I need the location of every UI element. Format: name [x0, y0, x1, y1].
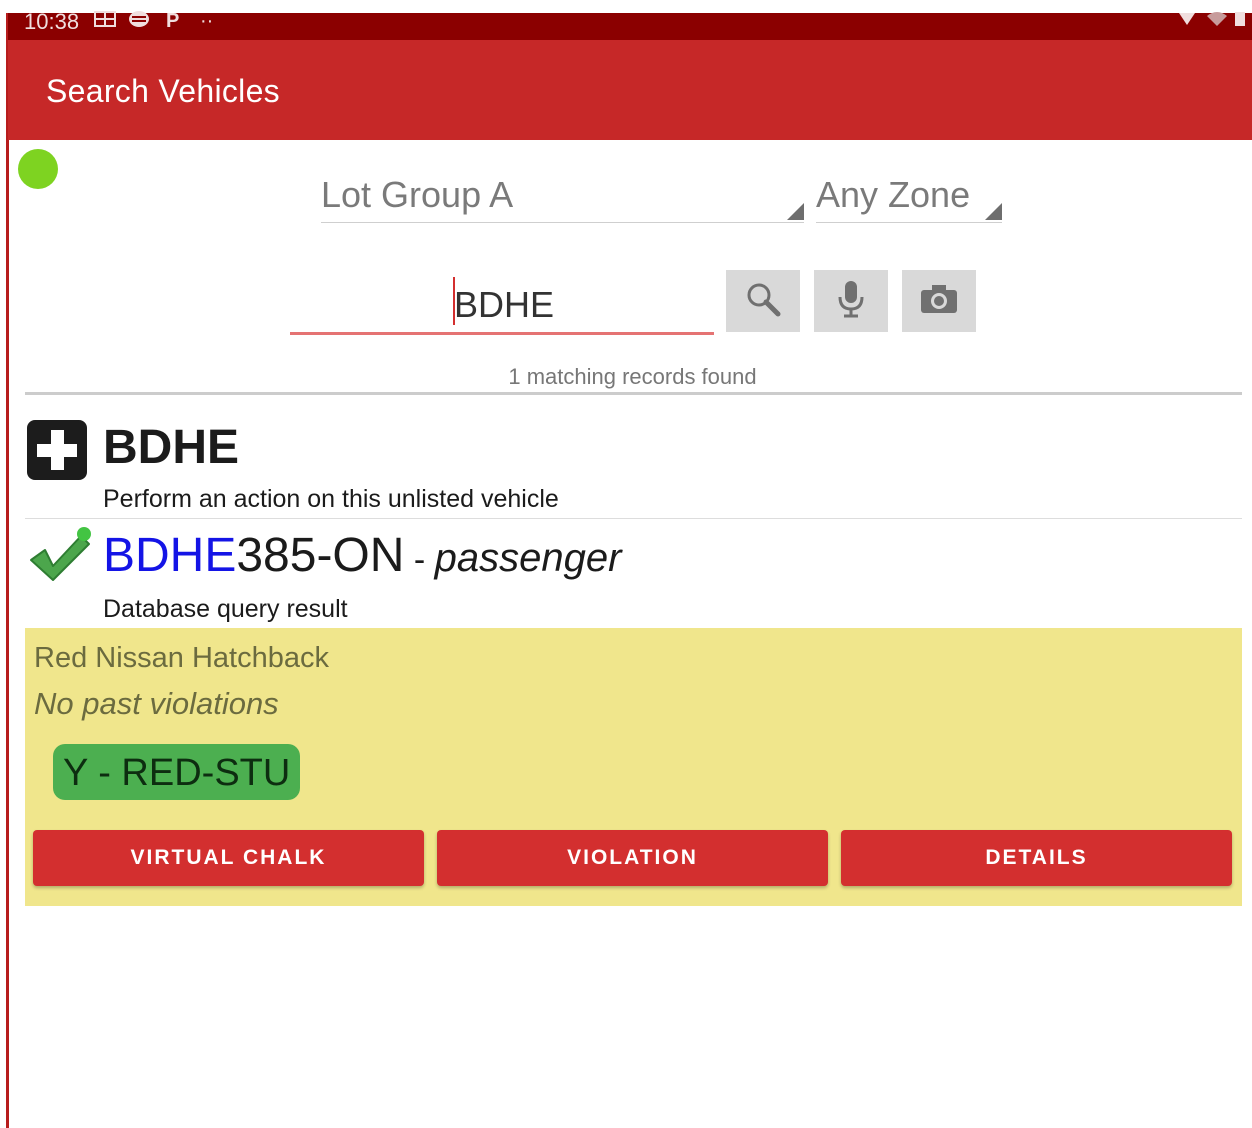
- status-time: 10:38: [24, 9, 80, 34]
- status-bar: 10:38 P ··: [8, 9, 1252, 40]
- dropdown-arrow-icon: [787, 203, 804, 220]
- unlisted-description: Perform an action on this unlisted vehic…: [103, 485, 559, 513]
- matched-plate: BDHE385-ON - passenger: [103, 528, 621, 583]
- unlisted-plate: BDHE: [103, 421, 240, 474]
- battery-icon: [1234, 10, 1246, 33]
- vehicle-description: Red Nissan Hatchback: [34, 642, 329, 674]
- results-divider: [25, 392, 1242, 395]
- search-icon: [744, 280, 782, 323]
- zone-dropdown[interactable]: Any Zone: [816, 170, 1002, 223]
- plate-search-input[interactable]: BDHE: [290, 272, 714, 335]
- camera-icon: [919, 283, 959, 320]
- screen-left-edge: [6, 13, 9, 1128]
- screen-top-margin: [0, 0, 1252, 13]
- app-window: 10:38 P ·· Search Vehicles Lot Group A A…: [0, 0, 1252, 1128]
- microphone-icon: [836, 279, 866, 324]
- wifi-icon: [1206, 10, 1228, 33]
- plate-match-highlight: BDHE: [103, 529, 237, 582]
- app-bar: Search Vehicles: [8, 40, 1252, 140]
- result-count: 1 matching records found: [508, 364, 757, 389]
- signal-icon: [1178, 10, 1196, 33]
- page-title: Search Vehicles: [46, 73, 280, 109]
- camera-button[interactable]: [902, 270, 976, 332]
- keyboard-icon: [94, 10, 116, 34]
- mask-icon: [128, 10, 150, 34]
- more-icon: ··: [200, 10, 214, 32]
- connection-status-indicator: [18, 149, 58, 189]
- add-icon: [27, 420, 87, 480]
- lot-group-value: Lot Group A: [321, 174, 514, 215]
- plate-separator: -: [404, 541, 435, 579]
- zone-value: Any Zone: [816, 174, 971, 215]
- details-button[interactable]: DETAILS: [841, 830, 1232, 886]
- parking-icon: P: [166, 10, 180, 32]
- violation-button[interactable]: VIOLATION: [437, 830, 828, 886]
- permit-badge: Y - RED-STU: [53, 744, 301, 800]
- result-source: Database query result: [103, 595, 348, 623]
- vehicle-type: passenger: [434, 536, 622, 580]
- plate-remainder: 385-ON: [236, 529, 405, 582]
- violation-history: No past violations: [34, 686, 279, 721]
- checkmark-icon: [27, 526, 97, 584]
- lot-group-dropdown[interactable]: Lot Group A: [321, 170, 804, 223]
- search-button[interactable]: [726, 270, 800, 332]
- plate-search-value: BDHE: [454, 284, 555, 325]
- row-divider: [25, 518, 1242, 519]
- dropdown-arrow-icon: [985, 203, 1002, 220]
- voice-search-button[interactable]: [814, 270, 888, 332]
- virtual-chalk-button[interactable]: VIRTUAL CHALK: [33, 830, 424, 886]
- vehicle-detail-panel: Red Nissan Hatchback No past violations …: [25, 628, 1242, 906]
